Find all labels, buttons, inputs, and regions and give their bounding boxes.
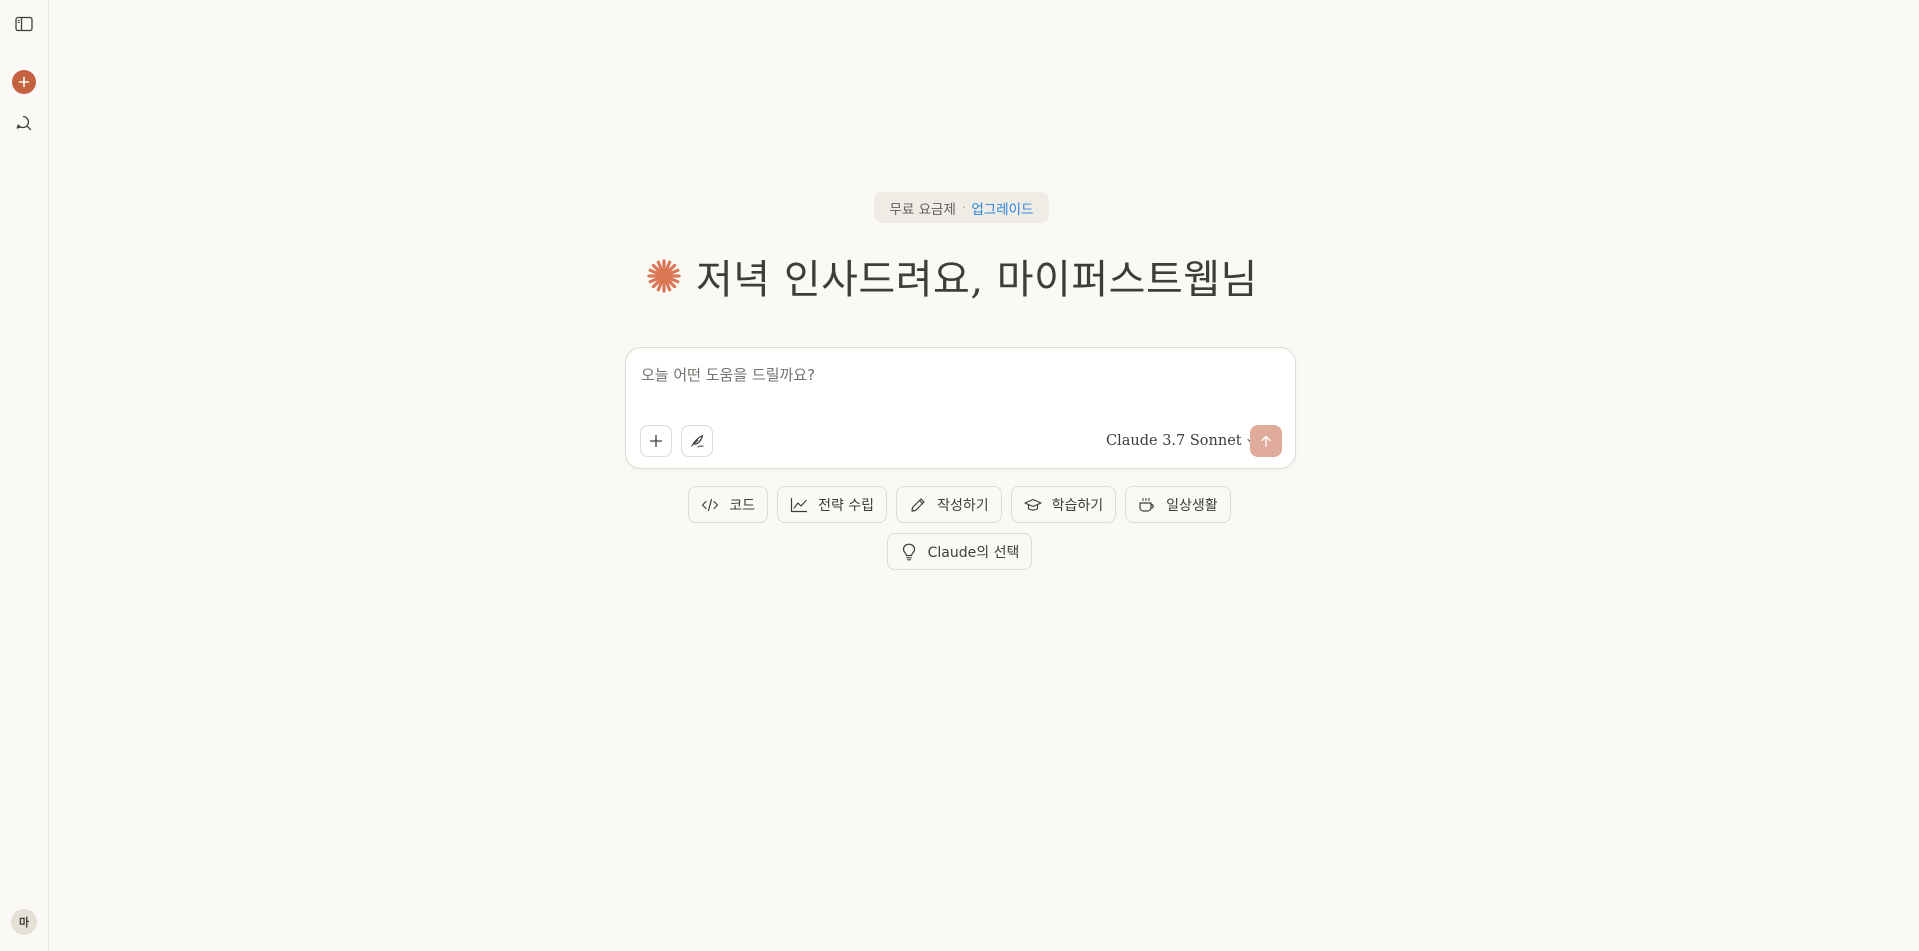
message-input[interactable] — [641, 363, 1281, 387]
coffee-cup-icon — [1138, 496, 1156, 514]
plan-separator: · — [961, 201, 966, 214]
chip-label: 학습하기 — [1051, 497, 1104, 514]
chip-code[interactable]: 코드 — [688, 486, 769, 523]
plus-icon — [649, 434, 663, 448]
claude-spark-icon — [647, 259, 681, 293]
new-chat-button[interactable] — [9, 67, 39, 97]
sidebar-toggle-button[interactable] — [9, 9, 39, 39]
send-button[interactable] — [1250, 425, 1282, 457]
upgrade-link[interactable]: 업그레이드 — [971, 198, 1033, 218]
sidebar: 마 — [0, 0, 49, 951]
style-button[interactable] — [681, 425, 713, 457]
chat-search-icon — [16, 115, 32, 131]
new-chat-circle — [12, 70, 36, 94]
message-composer: Claude 3.7 Sonnet — [625, 347, 1296, 469]
code-icon — [701, 496, 719, 514]
chip-strategy[interactable]: 전략 수립 — [777, 486, 888, 523]
model-name: Claude 3.7 Sonnet — [1106, 433, 1242, 449]
greeting: 저녁 인사드려요, 마이퍼스트웹님 — [646, 248, 1258, 304]
arrow-up-icon — [1261, 435, 1271, 447]
chip-claudes-choice[interactable]: Claude의 선택 — [886, 533, 1033, 570]
model-selector[interactable]: Claude 3.7 Sonnet — [1106, 428, 1256, 454]
chip-label: 작성하기 — [937, 497, 989, 514]
pencil-icon — [909, 496, 927, 514]
chip-daily-life[interactable]: 일상생활 — [1125, 486, 1231, 523]
chip-label: 코드 — [729, 497, 756, 514]
graduation-cap-icon — [1024, 496, 1042, 514]
lightbulb-icon — [900, 543, 918, 561]
plan-badge: 무료 요금제 · 업그레이드 — [874, 192, 1049, 223]
add-content-button[interactable] — [640, 425, 672, 457]
suggestion-chips-row-2: Claude의 선택 — [0, 533, 1919, 570]
chip-write[interactable]: 작성하기 — [896, 486, 1002, 523]
app-root: 마 무료 요금제 · 업그레이드 저녁 인사드려요, 마이퍼스트웹님 오늘 어떤… — [0, 0, 1919, 951]
chat-search-button[interactable] — [9, 108, 39, 138]
suggestion-chips-row: 코드 전략 수립 작성하기 학습하기 일상생활 — [0, 486, 1919, 523]
chip-learn[interactable]: 학습하기 — [1010, 486, 1117, 523]
chart-line-icon — [790, 496, 808, 514]
chip-label: 일상생활 — [1166, 497, 1218, 514]
chip-label: Claude의 선택 — [927, 544, 1020, 561]
greeting-text: 저녁 인사드려요, 마이퍼스트웹님 — [696, 257, 1258, 303]
chip-label: 전략 수립 — [818, 497, 875, 514]
quill-pen-icon — [690, 434, 704, 448]
plus-icon — [18, 76, 30, 88]
sidebar-toggle-icon — [15, 16, 33, 32]
plan-label: 무료 요금제 — [889, 201, 956, 218]
user-avatar[interactable]: 마 — [11, 909, 37, 935]
